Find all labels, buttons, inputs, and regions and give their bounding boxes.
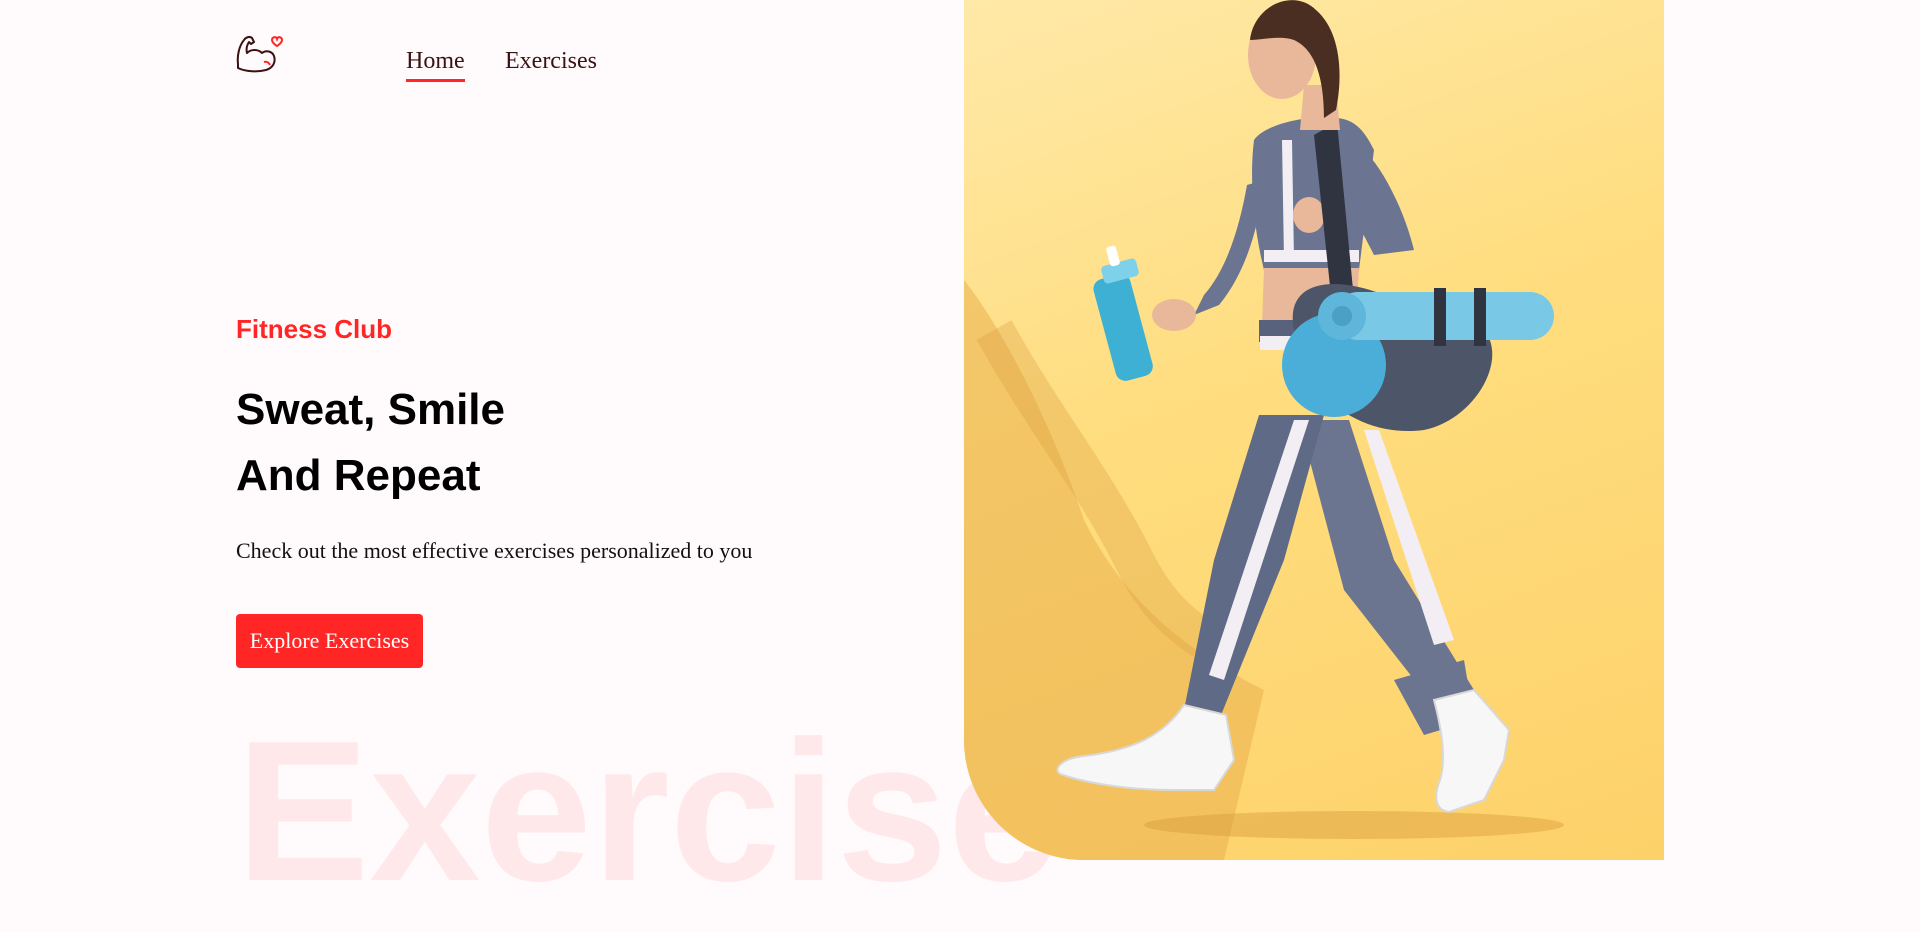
nav-link-exercises[interactable]: Exercises <box>505 47 597 75</box>
hero-tag: Fitness Club <box>236 314 393 344</box>
hero-title-line-2: And Repeat <box>236 451 481 500</box>
logo-icon[interactable] <box>234 30 286 76</box>
hero-title: Sweat, Smile And Repeat <box>236 377 505 509</box>
explore-exercises-button[interactable]: Explore Exercises <box>236 614 423 668</box>
hero-banner-image <box>964 0 1664 860</box>
hero-subtitle: Check out the most effective exercises p… <box>236 538 753 563</box>
watermark-text: Exercise <box>236 700 1059 923</box>
nav-link-home[interactable]: Home <box>406 47 465 82</box>
hero-title-line-1: Sweat, Smile <box>236 385 506 434</box>
